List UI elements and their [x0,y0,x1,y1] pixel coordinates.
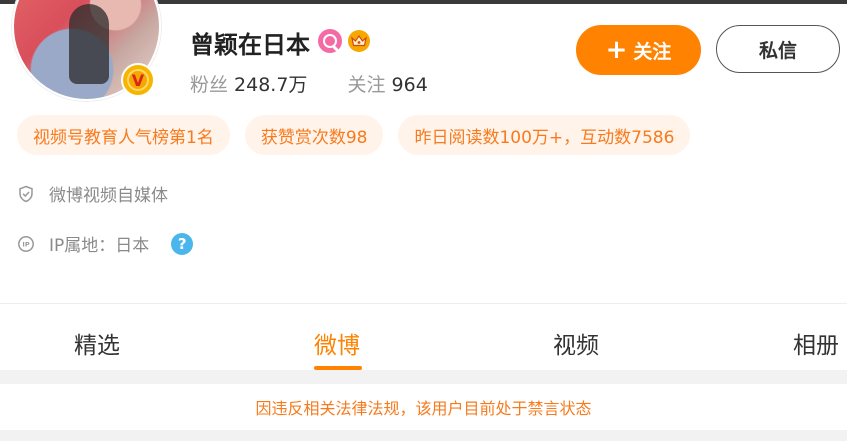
ip-icon: IP [18,235,34,252]
follow-button[interactable]: + 关注 [576,25,701,75]
search-badge-icon[interactable] [318,29,342,53]
message-button-label: 私信 [758,39,797,62]
profile-tabs: 精选 微博 视频 相册 [0,304,847,370]
profile-stats: 粉丝 248.7万 关注 964 [190,70,428,97]
followers-label[interactable]: 粉丝 [190,74,228,96]
shield-check-icon [19,185,33,202]
verification-row: 微博视频自媒体 [17,181,168,206]
following-label[interactable]: 关注 [348,74,386,96]
tab-weibo[interactable]: 微博 [314,326,360,360]
following-count[interactable]: 964 [392,74,428,96]
tab-album[interactable]: 相册 [793,326,839,360]
verified-v-icon: V [121,63,155,97]
achievement-tag[interactable]: 获赞赏次数98 [244,115,384,155]
message-button[interactable]: 私信 [716,25,840,73]
tab-videos[interactable]: 视频 [553,326,599,360]
verified-v-letter: V [127,69,149,91]
tab-featured[interactable]: 精选 [74,326,120,360]
achievement-tag[interactable]: 视频号教育人气榜第1名 [17,115,230,155]
ban-notice: 因违反相关法律法规，该用户目前处于禁言状态 [0,384,847,430]
achievement-tag[interactable]: 昨日阅读数100万+，互动数7586 [398,115,691,155]
followers-count[interactable]: 248.7万 [234,74,307,96]
achievement-tags: 视频号教育人气榜第1名 获赞赏次数98 昨日阅读数100万+，互动数7586 [17,115,691,155]
plus-icon: + [605,35,628,65]
crown-icon[interactable] [348,30,370,52]
ip-location-row: IP IP属地：日本 ? [17,231,194,256]
profile-name: 曾颖在日本 [190,31,310,59]
avatar-photo [69,4,109,84]
ip-location-text: IP属地：日本 [49,236,150,256]
verification-text: 微博视频自媒体 [49,186,168,206]
svg-text:IP: IP [22,240,29,248]
help-icon[interactable]: ? [171,232,194,255]
follow-button-label: 关注 [633,40,672,63]
